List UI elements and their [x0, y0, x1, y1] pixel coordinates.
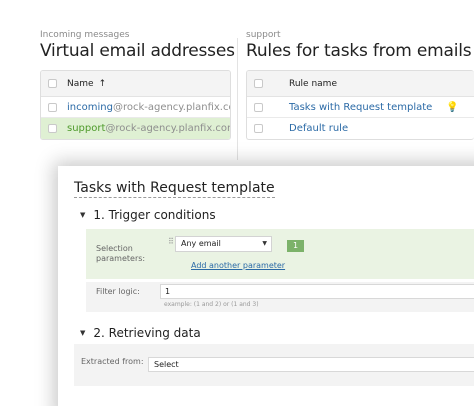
- select-all-checkbox[interactable]: [254, 79, 263, 88]
- email-table: Name ↑ incoming@rock-agency.planfix.com …: [40, 70, 231, 140]
- table-header: Name ↑: [41, 71, 230, 97]
- section-trigger-conditions[interactable]: ▼ 1. Trigger conditions: [80, 208, 216, 222]
- table-header: Rule name: [247, 71, 474, 97]
- extracted-from-label: Extracted from:: [81, 357, 144, 366]
- column-header-rule-name[interactable]: Rule name: [289, 79, 337, 89]
- lightbulb-icon: 💡: [446, 101, 459, 113]
- email-domain: @rock-agency.planfix.com: [112, 101, 230, 113]
- filter-logic-input[interactable]: 1: [160, 284, 474, 299]
- table-row[interactable]: Tasks with Request template 💡: [247, 97, 474, 118]
- filter-logic-block: Filter logic: 1 example: (1 and 2) or (1…: [86, 282, 474, 312]
- panel-divider: [237, 38, 238, 160]
- add-parameter-link[interactable]: Add another parameter: [191, 261, 285, 270]
- section-heading: 2. Retrieving data: [93, 326, 201, 340]
- table-row[interactable]: support @rock-agency.planfix.com: [41, 118, 230, 139]
- virtual-email-panel: Incoming messages Virtual email addresse…: [40, 30, 235, 140]
- dialog-title[interactable]: Tasks with Request template: [74, 180, 275, 198]
- rule-editor-dialog: Tasks with Request template ▼ 1. Trigger…: [58, 166, 474, 406]
- section-heading: 1. Trigger conditions: [93, 208, 216, 222]
- section-retrieving-data[interactable]: ▼ 2. Retrieving data: [80, 326, 201, 340]
- selection-parameters-label: Selection parameters:: [96, 244, 146, 263]
- filter-logic-hint: example: (1 and 2) or (1 and 3): [164, 301, 259, 308]
- select-value: Any email: [181, 239, 221, 248]
- chevron-down-icon: ▼: [262, 240, 267, 247]
- filter-logic-label: Filter logic:: [96, 287, 140, 296]
- parameter-number-badge: 1: [287, 240, 304, 252]
- select-all-checkbox[interactable]: [48, 79, 57, 88]
- email-domain: @rock-agency.planfix.com: [105, 123, 231, 134]
- row-checkbox[interactable]: [48, 102, 57, 112]
- collapse-triangle-icon[interactable]: ▼: [80, 211, 85, 219]
- rule-link[interactable]: Default rule: [289, 123, 348, 134]
- row-checkbox[interactable]: [48, 124, 57, 133]
- rules-title: Rules for tasks from emails: [246, 41, 472, 61]
- row-checkbox[interactable]: [254, 102, 263, 112]
- drag-handle-icon[interactable]: ⠿: [168, 237, 174, 246]
- page-title: Virtual email addresses: [40, 41, 235, 61]
- section-label: support: [246, 30, 281, 40]
- rules-table: Rule name Tasks with Request template 💡 …: [246, 70, 474, 140]
- rule-link[interactable]: Tasks with Request template: [289, 102, 432, 113]
- extracted-from-select[interactable]: Select: [148, 357, 474, 372]
- collapse-triangle-icon[interactable]: ▼: [80, 329, 85, 337]
- email-user[interactable]: incoming: [67, 102, 113, 113]
- row-checkbox[interactable]: [254, 124, 263, 133]
- email-user[interactable]: support: [67, 123, 105, 134]
- column-header-name[interactable]: Name: [67, 79, 94, 89]
- selection-parameter-select[interactable]: Any email ▼: [175, 236, 272, 252]
- section-label: Incoming messages: [40, 30, 130, 40]
- arrow-up-icon[interactable]: ↑: [99, 79, 107, 89]
- extracted-from-block: Extracted from: Select: [74, 344, 474, 386]
- rules-panel: support Rules for tasks from emails Rule…: [246, 30, 474, 140]
- table-row[interactable]: Default rule: [247, 118, 474, 139]
- selection-parameters-block: Selection parameters: ⠿ Any email ▼ 1 Ad…: [86, 229, 474, 279]
- table-row[interactable]: incoming@rock-agency.planfix.com: [41, 97, 230, 118]
